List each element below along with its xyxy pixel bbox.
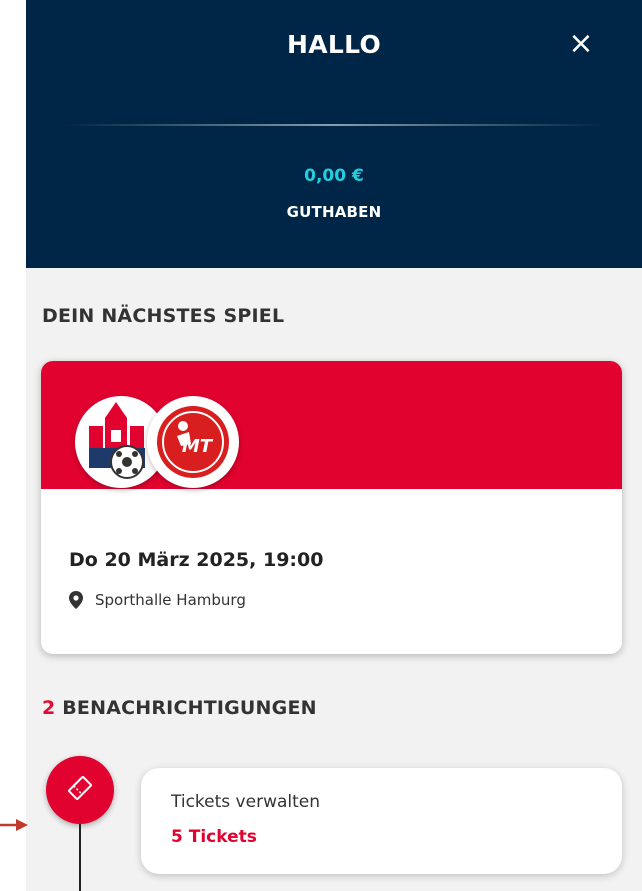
venue-name: Sporthalle Hamburg — [95, 591, 246, 609]
game-venue: Sporthalle Hamburg — [69, 591, 246, 609]
greeting-title: HALLO — [287, 30, 381, 59]
notifications-label: BENACHRICHTIGUNGEN — [55, 697, 317, 719]
header-divider — [66, 124, 602, 126]
balance-label: GUTHABEN — [286, 203, 382, 221]
svg-text:MT: MT — [182, 436, 214, 457]
left-gutter — [0, 0, 26, 891]
balance-amount: 0,00 € — [304, 166, 364, 186]
away-team-logo: MT — [147, 396, 239, 488]
notification-subtitle[interactable]: 5 Tickets — [171, 827, 257, 847]
notifications-title: 2 BENACHRICHTIGUNGEN — [42, 697, 317, 719]
notification-icon-badge — [46, 756, 114, 824]
notification-timeline — [79, 824, 81, 891]
notification-item[interactable]: Tickets verwalten 5 Tickets — [141, 768, 622, 874]
user-side-panel: HALLO × 0,00 € GUTHABEN DEIN NÄCHSTES SP… — [26, 0, 642, 891]
notification-count: 2 — [42, 697, 56, 719]
ticket-icon — [68, 776, 92, 800]
close-icon[interactable]: × — [563, 26, 599, 62]
panel-header: HALLO × 0,00 € GUTHABEN — [26, 0, 642, 268]
game-date-time: Do 20 März 2025, 19:00 — [69, 549, 324, 571]
notification-title: Tickets verwalten — [171, 792, 321, 812]
map-pin-icon — [69, 591, 83, 609]
pointer-arrow-icon — [0, 819, 28, 831]
next-game-card[interactable]: MT Do 20 März 2025, 19:00 Sporthalle Ham… — [41, 361, 622, 654]
next-game-title: DEIN NÄCHSTES SPIEL — [42, 305, 285, 327]
